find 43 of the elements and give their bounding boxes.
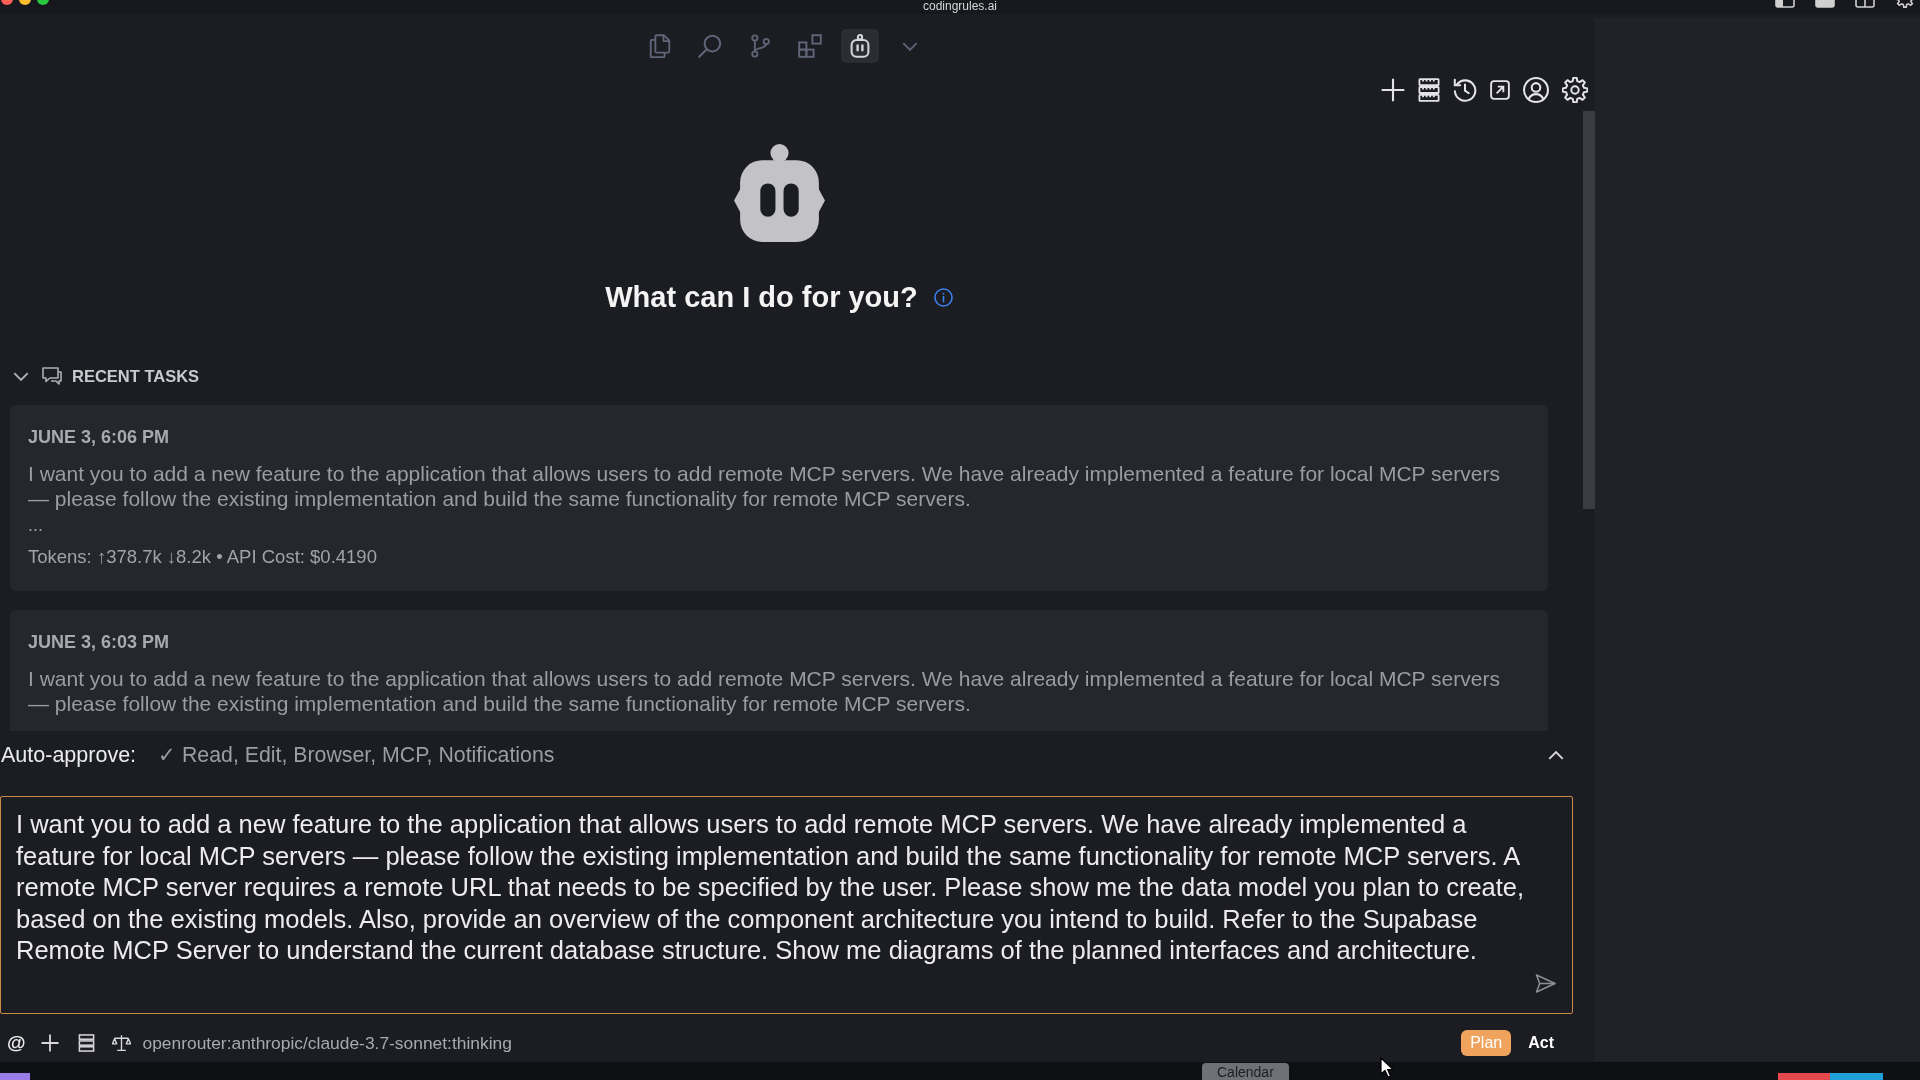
model-selector[interactable]: openrouter:anthropic/claude-3.7-sonnet:thinking [142, 1032, 512, 1054]
blocks-icon [797, 34, 822, 58]
window-controls-icon[interactable] [1, 0, 51, 5]
external-link-icon[interactable] [1490, 80, 1510, 100]
chevron-icon[interactable] [1548, 750, 1564, 760]
history-icon[interactable] [1453, 78, 1477, 102]
task-description: I want you to add a new feature to the application that allows users to add remote MCP servers. We have already implemented a feature for local MCP servers — please follow the existing implementation and build the same functionality for remote MCP servers. [28, 666, 1501, 716]
account-icon[interactable] [1523, 77, 1549, 103]
robot-icon [849, 34, 870, 58]
recent-tasks-heading[interactable]: RECENT TASKS [72, 366, 200, 386]
files-icon [648, 34, 671, 58]
task-date: JUNE 3, 6:06 PM [28, 427, 171, 447]
git-branch-icon [749, 34, 770, 58]
layout-icon[interactable] [1855, 0, 1875, 8]
dock-tooltip: Calendar [1202, 1063, 1289, 1080]
mouse-pointer-icon [1380, 1057, 1394, 1078]
mention-button[interactable]: @ [7, 1032, 26, 1054]
task-date: JUNE 3, 6:03 PM [28, 632, 171, 652]
chevron-icon[interactable] [13, 371, 29, 381]
plus-icon[interactable] [40, 1034, 59, 1052]
server-stack-icon[interactable] [1418, 78, 1440, 102]
scrollbar-thumb[interactable] [1583, 111, 1595, 509]
server-stack-icon[interactable] [77, 1034, 95, 1052]
gear-icon[interactable] [1895, 0, 1915, 8]
view-tab[interactable] [840, 29, 879, 63]
search-icon [697, 34, 722, 58]
auto-approve-summary[interactable]: ✓ Read, Edit, Browser, MCP, Notifications [158, 742, 555, 768]
task-description: I want you to add a new feature to the application that allows users to add remote MCP servers. We have already implemented a feature for local MCP servers — please follow the existing implementation and build the same functionality for remote MCP servers. [28, 461, 1501, 511]
send-icon[interactable] [1535, 974, 1556, 993]
comment-icon [42, 366, 62, 386]
chevron-down-icon[interactable] [901, 41, 918, 51]
scale-icon[interactable] [111, 1034, 131, 1052]
layout-icon[interactable] [1775, 0, 1795, 8]
info-icon[interactable] [933, 287, 953, 307]
mode-button[interactable]: Act [1519, 1030, 1563, 1056]
message-input[interactable]: I want you to add a new feature to the application that allows users to add remote MCP servers. We have already implemented a feature for local MCP servers — please follow the existing implementation and build the same functionality for remote MCP servers. A remote MCP server requires a remote URL that needs to be specified by the user. Please show me the data model you plan to create, based on the existing models. Also, provide an overview of the component architecture you intend to build. Refer to the Supabase Remote MCP Server to understand the current database structure. Show me diagrams of the planned interfaces and architecture. [0, 796, 1573, 1014]
welcome-title: What can I do for you? [605, 280, 918, 315]
plus-icon[interactable] [1381, 78, 1405, 102]
auto-approve-label: Auto-approve: [1, 742, 137, 768]
window-title: codingrules.ai [922, 0, 997, 12]
task-usage: Tokens: ↑378.7k ↓8.2k • API Cost: $0.4190 [28, 547, 378, 567]
settings-icon[interactable] [1562, 77, 1588, 103]
task-ellipsis: ... [28, 515, 44, 535]
